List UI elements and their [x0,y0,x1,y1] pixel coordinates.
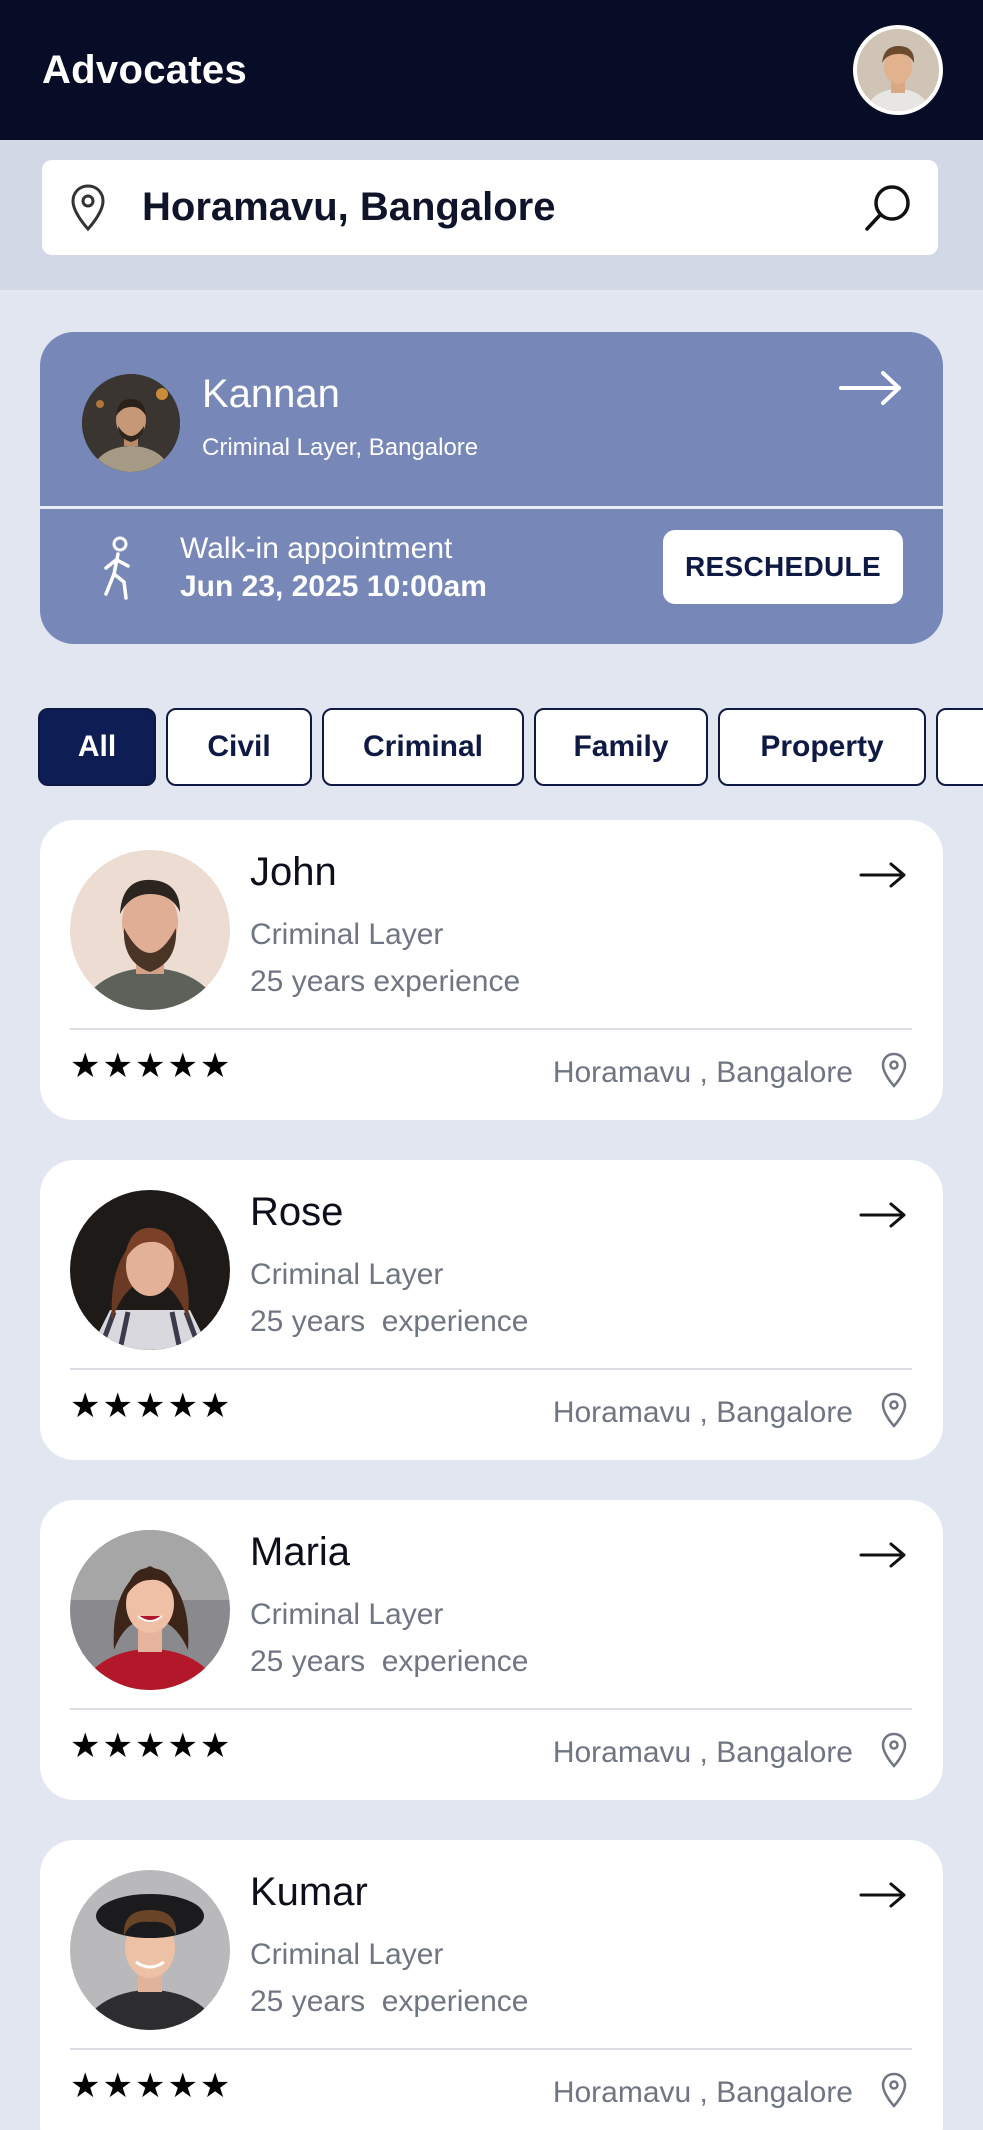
walking-person-icon [104,536,130,600]
arrow-right-icon[interactable] [859,860,907,890]
location-pin-icon [71,183,105,231]
lawyer-card[interactable]: Kumar Criminal Layer 25 years experience… [40,1840,943,2130]
category-filter-bar: All Civil Criminal Family Property I [38,708,983,786]
card-divider [70,2048,912,2050]
lawyer-location: Horamavu , Bangalore [552,2076,853,2109]
lawyer-location: Horamavu , Bangalore [552,1056,853,1089]
filter-chip-property[interactable]: Property [718,708,926,786]
lawyer-name: Rose [250,1190,344,1234]
rating-stars: ★★★★★ [70,1047,233,1085]
rating-stars: ★★★★★ [70,2067,233,2105]
arrow-right-icon[interactable] [859,1540,907,1570]
appointment-type-label: Walk-in appointment [180,532,453,565]
appointment-datetime: Jun 23, 2025 10:00am [180,570,487,603]
appointment-divider [40,506,943,509]
appointment-advocate-name: Kannan [202,372,340,416]
user-avatar[interactable] [853,25,943,115]
lawyer-photo [70,850,230,1010]
lawyer-photo [70,1870,230,2030]
lawyer-name: Kumar [250,1870,368,1914]
location-pin-icon [881,2072,907,2108]
search-icon[interactable] [862,182,914,234]
lawyer-location: Horamavu , Bangalore [552,1736,853,1769]
filter-chip-partial[interactable]: I [936,708,983,786]
lawyer-name: Maria [250,1530,351,1574]
lawyer-card[interactable]: Rose Criminal Layer 25 years experience … [40,1160,943,1460]
advocate-photo [82,374,180,472]
arrow-right-icon[interactable] [859,1880,907,1910]
lawyer-experience: 25 years experience [250,1305,529,1338]
lawyer-card[interactable]: John Criminal Layer 25 years experience … [40,820,943,1120]
page-title: Advocates [42,47,248,92]
rating-stars: ★★★★★ [70,1387,233,1425]
lawyer-card[interactable]: Maria Criminal Layer 25 years experience… [40,1500,943,1800]
filter-chip-civil[interactable]: Civil [166,708,312,786]
appointment-advocate-row[interactable]: Kannan Criminal Layer, Bangalore [40,332,943,506]
location-search-input[interactable]: Horamavu, Bangalore [42,160,938,255]
lawyer-experience: 25 years experience [250,1645,529,1678]
lawyer-location: Horamavu , Bangalore [552,1396,853,1429]
reschedule-button[interactable]: RESCHEDULE [663,530,903,604]
arrow-right-icon[interactable] [859,1200,907,1230]
lawyer-name: John [250,850,337,894]
lawyer-role: Criminal Layer [250,1598,444,1631]
location-pin-icon [881,1392,907,1428]
card-divider [70,1028,912,1030]
card-divider [70,1708,912,1710]
filter-chip-family[interactable]: Family [534,708,708,786]
lawyer-experience: 25 years experience [250,965,521,998]
lawyer-role: Criminal Layer [250,918,444,951]
lawyer-photo [70,1190,230,1350]
card-divider [70,1368,912,1370]
arrow-right-icon[interactable] [839,368,903,408]
lawyer-photo [70,1530,230,1690]
filter-chip-all[interactable]: All [38,708,156,786]
app-header: Advocates [0,0,983,140]
search-section: Horamavu, Bangalore [0,140,983,290]
filter-chip-criminal[interactable]: Criminal [322,708,524,786]
lawyer-experience: 25 years experience [250,1985,529,2018]
appointment-advocate-subtitle: Criminal Layer, Bangalore [202,434,479,461]
location-pin-icon [881,1052,907,1088]
lawyer-role: Criminal Layer [250,1938,444,1971]
lawyer-role: Criminal Layer [250,1258,444,1291]
search-value[interactable]: Horamavu, Bangalore [142,185,862,230]
location-pin-icon [881,1732,907,1768]
appointment-card: Kannan Criminal Layer, Bangalore Walk-in… [40,332,943,644]
rating-stars: ★★★★★ [70,1727,233,1765]
